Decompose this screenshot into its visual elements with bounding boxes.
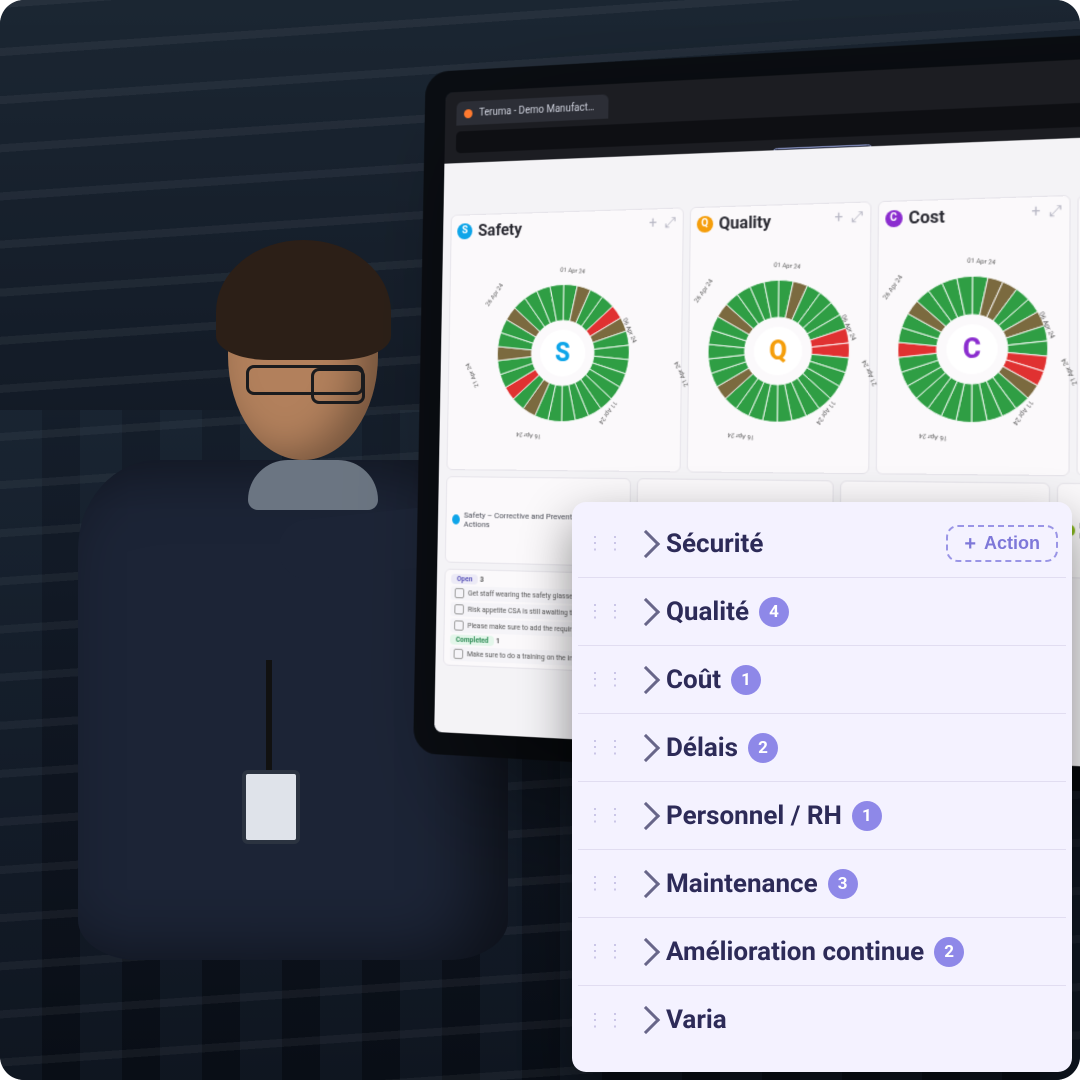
add-icon[interactable]: + xyxy=(1031,203,1040,221)
card-letter-icon: Q xyxy=(696,215,713,232)
count-badge: 1 xyxy=(731,665,761,695)
count-badge: 4 xyxy=(759,597,789,627)
checkbox-icon[interactable] xyxy=(454,649,464,660)
count-badge: 3 xyxy=(828,869,858,899)
drag-handle-icon[interactable]: ⋮⋮ xyxy=(586,941,626,962)
count-badge: 1 xyxy=(852,801,882,831)
chevron-right-icon[interactable] xyxy=(632,1006,660,1034)
category-label: Amélioration continue xyxy=(666,937,924,967)
chevron-right-icon[interactable] xyxy=(632,665,660,693)
card-q[interactable]: QQuality+⤢Q01 Apr 2406 Apr 2411 Apr 2416… xyxy=(686,201,871,474)
expand-icon[interactable]: ⤢ xyxy=(665,215,677,232)
actions-title: Safety – Corrective and Prevention Actio… xyxy=(464,511,587,532)
status-open[interactable]: Open xyxy=(451,574,478,585)
category-row[interactable]: ⋮⋮ Coût 1 xyxy=(578,646,1066,714)
drag-handle-icon[interactable]: ⋮⋮ xyxy=(586,737,626,758)
status-wheel-q[interactable]: Q01 Apr 2406 Apr 2411 Apr 2416 Apr 2421 … xyxy=(694,265,863,435)
chevron-right-icon[interactable] xyxy=(632,597,660,625)
chevron-right-icon[interactable] xyxy=(632,801,660,829)
tab-title: Teruma - Demo Manufact… xyxy=(479,102,594,119)
card-letter-icon: C xyxy=(885,209,902,227)
checkbox-icon[interactable] xyxy=(455,588,465,598)
category-row[interactable]: ⋮⋮ Varia xyxy=(578,986,1066,1054)
card-header: Q Quality xyxy=(696,212,771,234)
drag-handle-icon[interactable]: ⋮⋮ xyxy=(586,873,626,894)
category-row[interactable]: ⋮⋮ Maintenance 3 xyxy=(578,850,1066,918)
card-controls: +⤢ xyxy=(834,209,863,227)
drag-handle-icon[interactable]: ⋮⋮ xyxy=(586,533,626,554)
add-icon[interactable]: + xyxy=(834,210,843,227)
card-s[interactable]: SSafety+⤢S01 Apr 2406 Apr 2411 Apr 2416 … xyxy=(446,207,683,472)
category-row[interactable]: ⋮⋮ Amélioration continue 2 xyxy=(578,918,1066,986)
chevron-right-icon[interactable] xyxy=(632,733,660,761)
svg-text:Q: Q xyxy=(768,336,786,367)
drag-handle-icon[interactable]: ⋮⋮ xyxy=(586,805,626,826)
card-c[interactable]: CCost+⤢C01 Apr 2406 Apr 2411 Apr 2416 Ap… xyxy=(875,195,1070,476)
count-badge: 2 xyxy=(748,733,778,763)
card-d[interactable]: DDelivery+⤢D01 Apr 2406 Apr 2411 Apr 241… xyxy=(1076,188,1080,478)
category-label: Personnel / RH xyxy=(666,801,842,831)
tab-favicon xyxy=(464,109,473,118)
category-label: Maintenance xyxy=(666,869,818,899)
category-label: Sécurité xyxy=(666,529,763,559)
card-title: Cost xyxy=(909,206,945,227)
category-label: Coût xyxy=(666,665,721,695)
action-btn-label: Action xyxy=(984,533,1040,554)
status-completed[interactable]: Completed xyxy=(450,634,494,646)
add-icon[interactable]: + xyxy=(649,215,657,232)
card-controls: +⤢ xyxy=(1031,203,1062,221)
expand-icon[interactable]: ⤢ xyxy=(851,209,863,226)
category-label: Délais xyxy=(666,733,738,763)
category-label: Varia xyxy=(666,1005,727,1035)
chevron-right-icon[interactable] xyxy=(632,937,660,965)
category-row[interactable]: ⋮⋮ Personnel / RH 1 xyxy=(578,782,1066,850)
card-header: C Cost xyxy=(885,206,945,228)
status-wheel-c[interactable]: C01 Apr 2406 Apr 2411 Apr 2416 Apr 2421 … xyxy=(883,261,1062,437)
checkbox-icon[interactable] xyxy=(454,620,464,630)
drag-handle-icon[interactable]: ⋮⋮ xyxy=(586,601,626,622)
date-label: 21 Apr 24 xyxy=(465,362,481,388)
add-action-button[interactable]: + Action xyxy=(946,525,1058,562)
chevron-right-icon[interactable] xyxy=(632,529,660,557)
drag-handle-icon[interactable]: ⋮⋮ xyxy=(586,1010,626,1031)
card-letter-icon: S xyxy=(457,223,472,239)
card-title: Quality xyxy=(719,212,771,233)
status-wheel-s[interactable]: S01 Apr 2406 Apr 2411 Apr 2416 Apr 2421 … xyxy=(484,270,643,435)
category-row[interactable]: ⋮⋮ Sécurité + Action xyxy=(578,510,1066,578)
swatch-icon xyxy=(452,514,460,524)
categories-panel: ⋮⋮ Sécurité + Action ⋮⋮ Qualité 4 ⋮⋮ Coût 1 ⋮⋮ Déla… xyxy=(572,502,1072,1072)
card-title: Safety xyxy=(478,220,522,240)
chevron-right-icon[interactable] xyxy=(632,869,660,897)
category-label: Qualité xyxy=(666,597,749,627)
category-row[interactable]: ⋮⋮ Délais 2 xyxy=(578,714,1066,782)
svg-text:C: C xyxy=(962,333,981,365)
plus-icon: + xyxy=(964,534,976,554)
drag-handle-icon[interactable]: ⋮⋮ xyxy=(586,669,626,690)
browser-tab[interactable]: Teruma - Demo Manufact… xyxy=(456,94,608,125)
stage: Teruma - Demo Manufact… ⛶ Press Esc to e… xyxy=(0,0,1080,1080)
card-header: S Safety xyxy=(457,220,522,241)
count-badge: 2 xyxy=(934,937,964,967)
expand-icon[interactable]: ⤢ xyxy=(1049,203,1062,221)
card-controls: +⤢ xyxy=(649,215,677,232)
checkbox-icon[interactable] xyxy=(454,604,464,614)
category-row[interactable]: ⋮⋮ Qualité 4 xyxy=(578,578,1066,646)
svg-text:S: S xyxy=(555,338,571,368)
